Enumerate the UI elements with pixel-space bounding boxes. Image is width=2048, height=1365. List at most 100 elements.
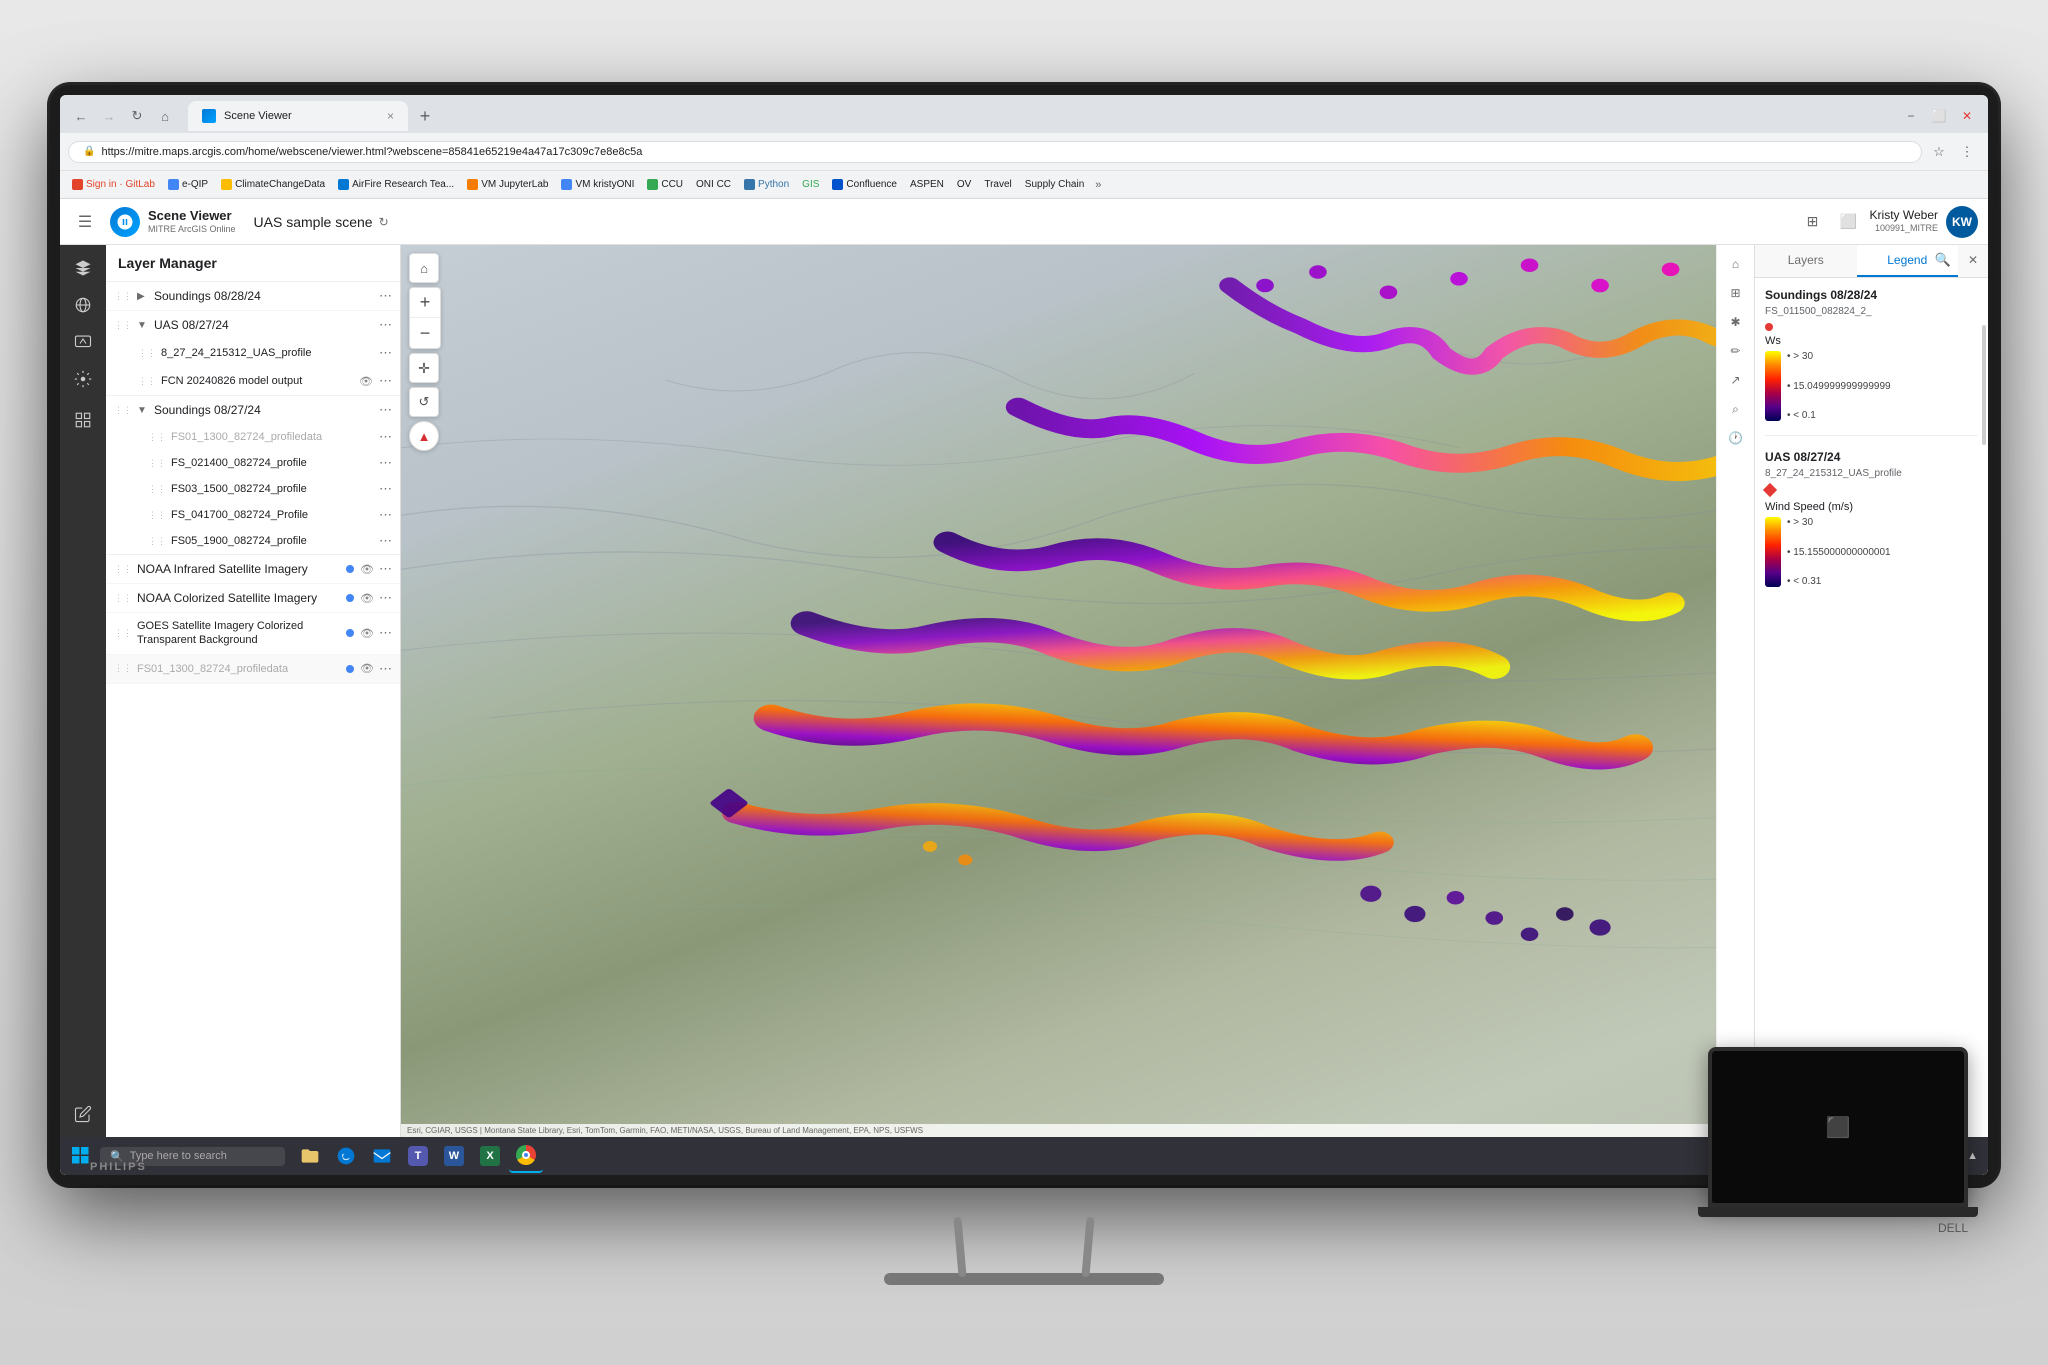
legend-zoom-icon[interactable]: ⌕ (1723, 396, 1749, 422)
layer-more-icon[interactable]: ⋯ (379, 481, 392, 497)
legend-sub-title: FS_011500_082824_2_ (1765, 306, 1978, 317)
legend-home-icon[interactable]: ⌂ (1723, 251, 1749, 277)
layer-item[interactable]: ⋮⋮ FS_041700_082724_Profile ⋯ (106, 502, 400, 528)
visibility-icon[interactable]: 👁 (360, 563, 374, 576)
legend-search-button[interactable]: 🔍 (1928, 245, 1958, 275)
legend-grid-icon[interactable]: ⊞ (1723, 280, 1749, 306)
layers-icon-btn[interactable] (66, 251, 100, 285)
bookmark-gis[interactable]: GIS (796, 177, 825, 192)
layer-more-icon[interactable]: ⋯ (379, 561, 392, 577)
bookmark-airfire[interactable]: AirFire Research Tea... (332, 177, 460, 192)
layer-more-icon[interactable]: ⋯ (379, 317, 392, 333)
taskbar-teams[interactable]: T (401, 1139, 435, 1173)
rotate-button[interactable]: ↺ (409, 387, 439, 417)
bookmark-vm-kristy[interactable]: VM kristyONI (555, 177, 640, 192)
bookmark-star-button[interactable]: ☆ (1926, 139, 1952, 165)
layer-item[interactable]: ⋮⋮ FS01_1300_82724_profiledata 👁 ⋯ (106, 655, 400, 684)
layer-more-icon[interactable]: ⋯ (379, 345, 392, 361)
bookmark-eqip[interactable]: e-QIP (162, 177, 214, 192)
legend-sun-icon[interactable]: ✱ (1723, 309, 1749, 335)
navigate-button[interactable]: ✛ (409, 353, 439, 383)
map-area[interactable]: ⌂ + − ✛ ↺ ▲ ⌂ ⊞ ✱ ✏ ↗ (401, 245, 1988, 1137)
new-tab-button[interactable]: + (412, 103, 438, 129)
browser-settings-button[interactable]: ⋮ (1954, 139, 1980, 165)
layer-more-icon[interactable]: ⋯ (379, 590, 392, 606)
hamburger-menu-button[interactable]: ☰ (70, 207, 100, 237)
minimize-button[interactable]: − (1898, 103, 1924, 129)
zoom-in-button[interactable]: + (410, 288, 440, 318)
layer-item[interactable]: ⋮⋮ NOAA Infrared Satellite Imagery 👁 ⋯ (106, 555, 400, 584)
taskbar-word[interactable]: W (437, 1139, 471, 1173)
bookmark-confluence[interactable]: Confluence (826, 177, 903, 192)
user-avatar[interactable]: KW (1946, 206, 1978, 238)
layer-item[interactable]: ⋮⋮ ▶ Soundings 08/28/24 ⋯ (106, 282, 400, 311)
legend-edit-icon[interactable]: ✏ (1723, 338, 1749, 364)
layer-item[interactable]: ⋮⋮ GOES Satellite Imagery Colorized Tran… (106, 613, 400, 655)
bookmark-gitlab[interactable]: Sign in · GitLab (66, 177, 161, 192)
visibility-icon[interactable]: 👁 (359, 375, 373, 388)
user-profile[interactable]: Kristy Weber 100991_MITRE KW (1870, 206, 1978, 238)
legend-diamond-row (1765, 485, 1978, 495)
layer-more-icon[interactable]: ⋯ (379, 429, 392, 445)
bookmark-ccu[interactable]: CCU (641, 177, 689, 192)
layer-more-icon[interactable]: ⋯ (379, 625, 392, 641)
edit-icon-btn[interactable] (66, 1097, 100, 1131)
tab-close-button[interactable]: × (387, 109, 394, 123)
layer-more-icon[interactable]: ⋯ (379, 288, 392, 304)
legend-clock-icon[interactable]: 🕐 (1723, 425, 1749, 451)
address-bar[interactable]: 🔒 https://mitre.maps.arcgis.com/home/web… (68, 141, 1922, 163)
layer-more-icon[interactable]: ⋯ (379, 661, 392, 677)
refresh-button[interactable]: ↻ (124, 103, 150, 129)
taskbar-app6[interactable]: X (473, 1139, 507, 1173)
home-button[interactable]: ⌂ (152, 103, 178, 129)
taskbar-outlook[interactable] (365, 1139, 399, 1173)
slides-icon-btn[interactable] (66, 325, 100, 359)
present-button[interactable]: ⬜ (1834, 207, 1864, 237)
visibility-icon[interactable]: 👁 (360, 662, 374, 675)
layer-item[interactable]: ⋮⋮ 8_27_24_215312_UAS_profile ⋯ (106, 339, 400, 367)
active-tab[interactable]: Scene Viewer × (188, 101, 408, 131)
layer-item[interactable]: ⋮⋮ FCN 20240826 model output 👁 ⋯ (106, 367, 400, 395)
bookmark-climate[interactable]: ClimateChangeData (215, 177, 331, 192)
bookmarks-more-button[interactable]: » (1091, 177, 1105, 193)
layer-item[interactable]: ⋮⋮ ▼ Soundings 08/27/24 ⋯ (106, 396, 400, 424)
bookmark-ov[interactable]: OV (951, 177, 977, 192)
layer-item[interactable]: ⋮⋮ FS05_1900_082724_profile ⋯ (106, 528, 400, 554)
bookmark-jupyter[interactable]: VM JupyterLab (461, 177, 554, 192)
compass-button[interactable]: ▲ (409, 421, 439, 451)
layer-item[interactable]: ⋮⋮ FS01_1300_82724_profiledata ⋯ (106, 424, 400, 450)
bookmark-python[interactable]: Python (738, 177, 795, 192)
layer-more-icon[interactable]: ⋯ (379, 507, 392, 523)
maximize-button[interactable]: ⬜ (1926, 103, 1952, 129)
layer-item[interactable]: ⋮⋮ ▼ UAS 08/27/24 ⋯ (106, 311, 400, 339)
layer-item[interactable]: ⋮⋮ NOAA Colorized Satellite Imagery 👁 ⋯ (106, 584, 400, 613)
back-button[interactable]: ← (68, 103, 94, 129)
legend-close-button[interactable]: ✕ (1958, 245, 1988, 275)
legend-share-icon[interactable]: ↗ (1723, 367, 1749, 393)
forward-button[interactable]: → (96, 103, 122, 129)
close-window-button[interactable]: ✕ (1954, 103, 1980, 129)
layer-item[interactable]: ⋮⋮ FS_021400_082724_profile ⋯ (106, 450, 400, 476)
bookmark-travel[interactable]: Travel (978, 177, 1017, 192)
basemap-icon-btn[interactable] (66, 288, 100, 322)
layer-item[interactable]: ⋮⋮ FS03_1500_082724_profile ⋯ (106, 476, 400, 502)
analysis-icon-btn[interactable] (66, 403, 100, 437)
taskbar-chrome[interactable] (509, 1139, 543, 1173)
layer-more-icon[interactable]: ⋯ (379, 402, 392, 418)
layer-more-icon[interactable]: ⋯ (379, 455, 392, 471)
taskbar-edge[interactable] (329, 1139, 363, 1173)
bookmark-oni[interactable]: ONI CC (690, 177, 737, 192)
bookmark-aspen[interactable]: ASPEN (904, 177, 950, 192)
share-button[interactable]: ⊞ (1798, 207, 1828, 237)
bookmark-supply-chain[interactable]: Supply Chain (1019, 177, 1090, 192)
layer-more-icon[interactable]: ⋯ (379, 533, 392, 549)
map-home-button[interactable]: ⌂ (409, 253, 439, 283)
zoom-out-button[interactable]: − (410, 318, 440, 348)
layers-tab[interactable]: Layers (1755, 245, 1857, 277)
visibility-icon[interactable]: 👁 (360, 627, 374, 640)
layer-more-icon[interactable]: ⋯ (379, 373, 392, 389)
taskbar-file-explorer[interactable] (293, 1139, 327, 1173)
visibility-icon[interactable]: 👁 (360, 592, 374, 605)
refresh-scene-button[interactable]: ↻ (379, 215, 389, 229)
settings-icon-btn[interactable] (66, 362, 100, 396)
